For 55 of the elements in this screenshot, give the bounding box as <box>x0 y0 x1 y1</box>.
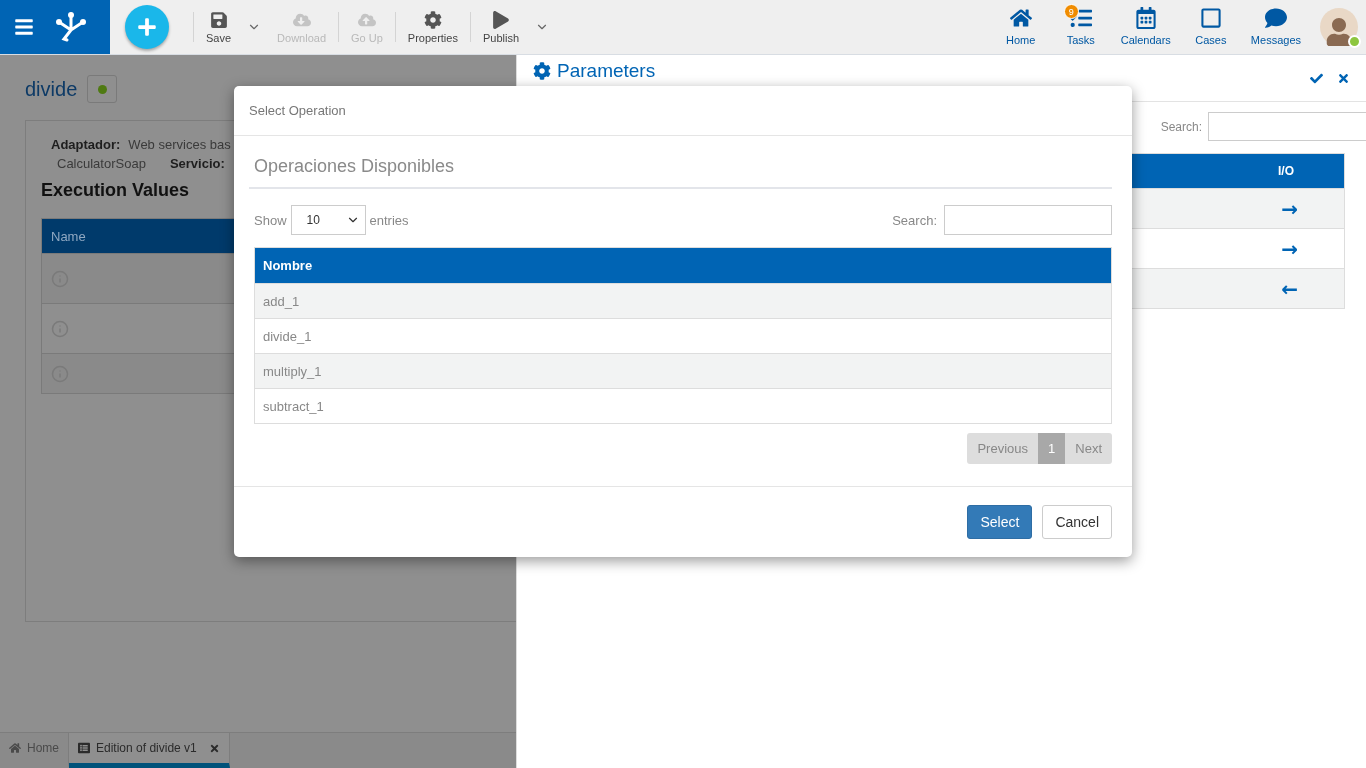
nav-button[interactable]: 9 Tasks <box>1051 7 1110 46</box>
table-row[interactable]: multiply_1 <box>255 353 1111 388</box>
io-direction-arrow: → <box>1281 236 1298 261</box>
section-heading: Operaciones Disponibles <box>249 152 1112 189</box>
close-button[interactable] <box>1337 71 1350 85</box>
panel-title: Parameters <box>557 60 656 82</box>
plus-icon <box>137 17 157 37</box>
play-icon <box>491 10 510 29</box>
dialog-button[interactable]: Select <box>967 505 1033 539</box>
home-icon <box>1009 7 1032 29</box>
gear-icon <box>423 10 442 29</box>
field-label: Adaptador: <box>51 136 121 154</box>
speech-bubble-icon <box>1264 7 1287 29</box>
list-icon <box>78 742 90 754</box>
toolbar-button[interactable]: Save <box>198 10 240 44</box>
status-indicator <box>87 75 118 103</box>
next-button[interactable]: Next <box>1065 433 1112 464</box>
logo-icon <box>54 12 88 42</box>
field-label: Servicio: <box>169 155 225 173</box>
table-row[interactable]: add_1 <box>255 283 1111 318</box>
tab[interactable]: Edition of divide v1 <box>69 733 230 768</box>
dialog-button[interactable]: Cancel <box>1042 505 1112 539</box>
nav-button[interactable]: Calendars <box>1111 7 1180 46</box>
nav-button[interactable]: Home <box>991 7 1050 46</box>
io-direction-arrow: → <box>1281 196 1298 221</box>
search-label: Search: <box>892 212 937 228</box>
search-field[interactable] <box>944 205 1112 235</box>
nav-button[interactable]: Messages <box>1241 7 1310 46</box>
section-title: Execution Values <box>41 180 190 201</box>
count-badge: 9 <box>1063 4 1079 19</box>
column-header: Nombre <box>255 248 1111 283</box>
page-title: divide <box>25 77 78 101</box>
home-icon <box>9 742 21 754</box>
io-direction-arrow: ← <box>1281 276 1298 301</box>
calendar-icon <box>1134 7 1157 29</box>
gear-icon <box>533 62 551 80</box>
page-button[interactable]: 1 <box>1038 433 1066 464</box>
toolbar-button[interactable]: Properties <box>399 10 466 44</box>
menu-icon[interactable] <box>14 17 34 37</box>
page-size-select[interactable]: 10 <box>290 205 366 235</box>
close-icon[interactable] <box>208 742 220 754</box>
field-value: CalculatorSoap <box>57 155 146 173</box>
toolbar-button[interactable]: Publish <box>474 10 527 44</box>
search-field[interactable] <box>1208 112 1366 141</box>
search-label: Search: <box>1160 119 1202 134</box>
previous-button[interactable]: Previous <box>967 433 1039 464</box>
online-status-dot <box>1348 35 1361 48</box>
confirm-button[interactable] <box>1310 71 1323 85</box>
nav-button[interactable]: Cases <box>1181 7 1240 46</box>
dialog-title: Select Operation <box>249 103 346 118</box>
field-value: Web services bas <box>128 136 231 154</box>
avatar[interactable] <box>1320 8 1358 46</box>
add-button[interactable] <box>125 5 169 49</box>
save-icon <box>209 10 228 29</box>
column-header: I/O <box>1278 164 1294 178</box>
